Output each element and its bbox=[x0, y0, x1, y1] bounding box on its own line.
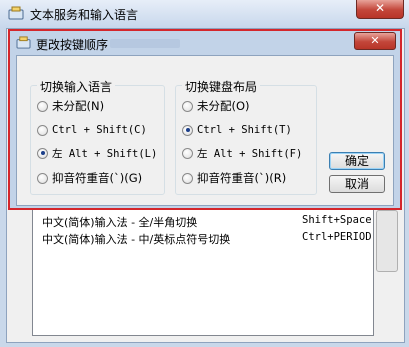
input-language-group-title: 切换输入语言 bbox=[37, 78, 116, 95]
window-titlebar[interactable]: 文本服务和输入语言 ✕ bbox=[0, 0, 409, 28]
keyboard-layout-option[interactable]: Ctrl + Shift(T) bbox=[182, 122, 292, 138]
dialog-close-button[interactable]: ✕ bbox=[354, 32, 396, 50]
hotkey-key: Shift+Space bbox=[302, 214, 372, 226]
input-language-option[interactable]: Ctrl + Shift(C) bbox=[37, 122, 147, 138]
close-icon: ✕ bbox=[370, 34, 380, 47]
radio-button-selected[interactable] bbox=[37, 147, 48, 159]
hotkey-list[interactable]: 中文(简体)输入法 - 全/半角切换 Shift+Space 中文(简体)输入法… bbox=[32, 206, 374, 336]
option-label: Ctrl + Shift(T) bbox=[197, 124, 292, 136]
radio-button[interactable] bbox=[182, 147, 193, 159]
option-label: 未分配(N) bbox=[52, 99, 105, 113]
window-title: 文本服务和输入语言 bbox=[30, 8, 139, 22]
radio-button[interactable] bbox=[37, 124, 48, 136]
input-language-option[interactable]: 左 Alt + Shift(L) bbox=[37, 145, 157, 161]
option-label: 左 Alt + Shift(F) bbox=[197, 147, 303, 160]
radio-button[interactable] bbox=[37, 100, 48, 112]
partially-hidden-scrollbar bbox=[376, 210, 398, 272]
dialog-title: 更改按键顺序 bbox=[36, 38, 109, 52]
hotkey-action: 中文(简体)输入法 - 中/英标点符号切换 bbox=[42, 233, 231, 246]
input-language-option[interactable]: 抑音符重音(`)(G) bbox=[37, 170, 142, 186]
radio-button[interactable] bbox=[182, 172, 193, 184]
keyboard-layout-option[interactable]: 左 Alt + Shift(F) bbox=[182, 145, 302, 161]
option-label: 抑音符重音(`)(R) bbox=[197, 171, 287, 185]
input-language-option[interactable]: 未分配(N) bbox=[37, 98, 104, 114]
keyboard-layout-option[interactable]: 抑音符重音(`)(R) bbox=[182, 170, 286, 186]
option-label: Ctrl + Shift(C) bbox=[52, 124, 147, 136]
close-icon: ✕ bbox=[374, 1, 386, 15]
option-label: 抑音符重音(`)(G) bbox=[52, 171, 143, 185]
change-key-sequence-dialog: 更改按键顺序 ✕ 切换输入语言 未分配(N) Ctrl + Shift(C) 左… bbox=[8, 29, 402, 210]
window-close-button[interactable]: ✕ bbox=[356, 0, 404, 19]
radio-button[interactable] bbox=[182, 100, 193, 112]
keyboard-layout-group: 切换键盘布局 未分配(O) Ctrl + Shift(T) 左 Alt + Sh… bbox=[175, 78, 317, 195]
dialog-body: 切换输入语言 未分配(N) Ctrl + Shift(C) 左 Alt + Sh… bbox=[16, 55, 394, 206]
radio-button[interactable] bbox=[37, 172, 48, 184]
keyboard-layout-group-title: 切换键盘布局 bbox=[182, 78, 261, 95]
keyboard-app-icon bbox=[16, 36, 31, 49]
cancel-button[interactable]: 取消 bbox=[329, 175, 385, 193]
hotkey-action: 中文(简体)输入法 - 全/半角切换 bbox=[42, 216, 198, 229]
blurred-title-text bbox=[110, 39, 180, 48]
dialog-titlebar[interactable]: 更改按键顺序 ✕ bbox=[10, 31, 400, 55]
ok-button[interactable]: 确定 bbox=[329, 152, 385, 170]
option-label: 未分配(O) bbox=[197, 99, 250, 113]
keyboard-layout-option[interactable]: 未分配(O) bbox=[182, 98, 250, 114]
keyboard-app-icon bbox=[8, 6, 24, 20]
radio-button-selected[interactable] bbox=[182, 124, 193, 136]
option-label: 左 Alt + Shift(L) bbox=[52, 147, 158, 160]
input-language-group: 切换输入语言 未分配(N) Ctrl + Shift(C) 左 Alt + Sh… bbox=[30, 78, 165, 195]
hotkey-key: Ctrl+PERIOD bbox=[302, 231, 372, 243]
